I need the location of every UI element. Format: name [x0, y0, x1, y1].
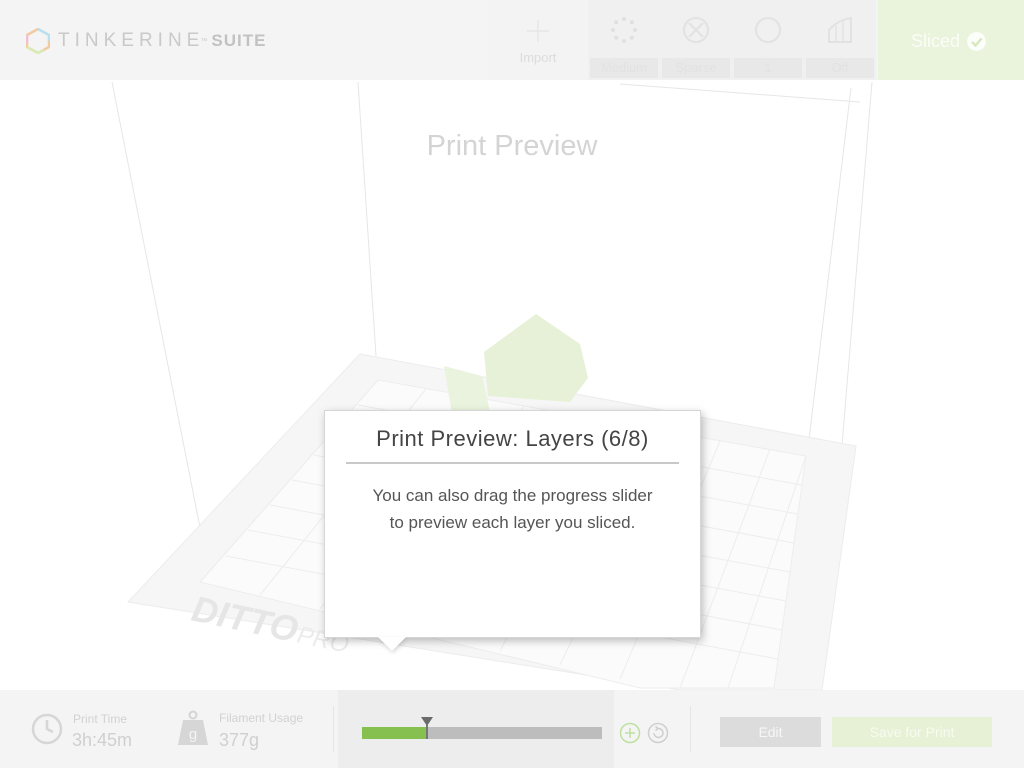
dialog-divider	[346, 462, 679, 464]
dialog-title: Print Preview: Layers (6/8)	[376, 426, 649, 451]
filament-usage-label: Filament Usage	[219, 711, 304, 725]
tinkerine-hex-icon	[26, 28, 50, 54]
shells-label: 1	[734, 58, 802, 78]
top-toolbar: TINKERINE ™ SUITE Import Medium Sparse 1…	[0, 0, 1024, 80]
logo-suite: SUITE	[211, 31, 267, 50]
shell-circle-icon	[755, 17, 781, 43]
sliced-button[interactable]: Sliced	[878, 0, 1024, 80]
layer-slider-panel	[338, 690, 614, 768]
tutorial-dialog: Print Preview: Layers (6/8) You can also…	[324, 410, 701, 638]
clock-icon	[31, 713, 63, 745]
plus-icon	[527, 20, 549, 42]
filament-usage-value: 377g	[219, 730, 260, 750]
divider	[333, 706, 334, 752]
app-logo: TINKERINE ™ SUITE	[26, 27, 266, 55]
layer-progress-fill	[362, 727, 427, 739]
print-time-label: Print Time	[73, 712, 128, 726]
dialog-body-line-2: to preview each layer you sliced.	[389, 513, 636, 532]
support-setting[interactable]: Off	[804, 0, 876, 80]
bottom-status-bar: Print Time 3h:45m g Filament Usage 377g …	[0, 690, 1024, 768]
slider-handle-stem	[426, 725, 428, 739]
import-button[interactable]: Import	[489, 0, 587, 80]
reset-view-icon[interactable]	[647, 722, 669, 744]
sliced-label: Sliced	[911, 31, 961, 51]
support-icon	[828, 16, 852, 43]
shells-setting[interactable]: 1	[732, 0, 804, 80]
weight-unit-glyph: g	[189, 726, 197, 743]
logo-trademark: ™	[200, 37, 208, 45]
import-label: Import	[519, 50, 557, 65]
view-title: Print Preview	[426, 130, 598, 162]
weight-icon: g	[178, 710, 208, 745]
divider	[690, 706, 691, 752]
logo-text: TINKERINE	[58, 30, 205, 51]
dialog-body: You can also drag the progress slider to…	[345, 482, 680, 536]
check-circle-icon	[967, 32, 986, 51]
zoom-in-icon[interactable]	[619, 722, 641, 744]
print-time-value: 3h:45m	[72, 730, 133, 750]
support-label: Off	[806, 58, 874, 78]
infill-icon	[683, 17, 709, 43]
infill-setting[interactable]: Sparse	[660, 0, 732, 80]
infill-label: Sparse	[662, 58, 730, 78]
dialog-body-line-1: You can also drag the progress slider	[372, 486, 653, 505]
quality-setting[interactable]: Medium	[588, 0, 660, 80]
edit-button[interactable]: Edit	[720, 717, 821, 747]
quality-label: Medium	[590, 58, 658, 78]
save-for-print-button[interactable]: Save for Print	[832, 717, 992, 747]
layer-progress-slider[interactable]	[362, 717, 602, 739]
dotted-circle-icon	[611, 17, 637, 43]
dialog-pointer	[378, 637, 406, 651]
